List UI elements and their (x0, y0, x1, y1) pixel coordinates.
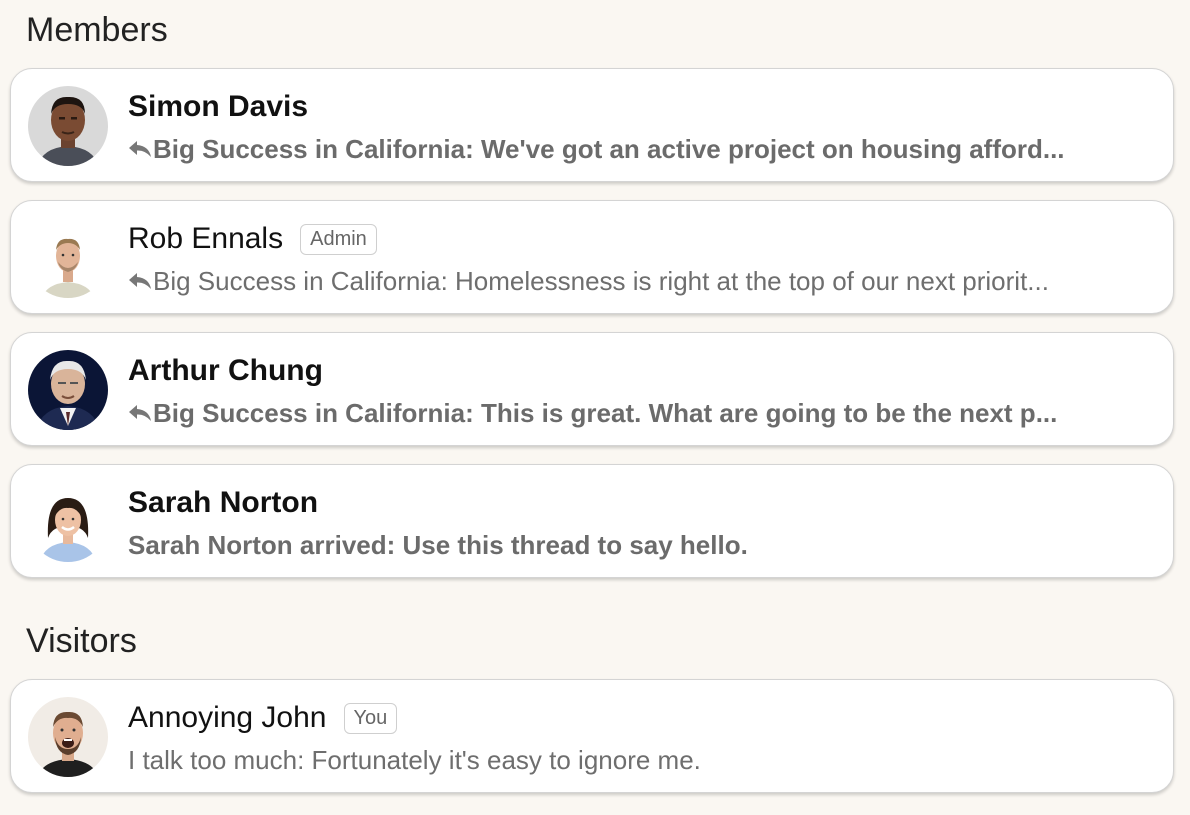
visitor-name: Annoying John (128, 701, 327, 734)
message-preview: Big Success in California: We've got an … (128, 131, 1158, 167)
person-photo-avatar (28, 482, 108, 562)
member-card-simon-davis[interactable]: Simon Davis Big Success in California: W… (10, 68, 1174, 182)
member-card-rob-ennals[interactable]: Rob Ennals Admin Big Success in Californ… (10, 200, 1174, 314)
reply-arrow-icon (128, 403, 152, 423)
preview-text: Big Success in California: This is great… (153, 397, 1058, 428)
member-name: Arthur Chung (128, 354, 323, 387)
avatar (28, 218, 108, 298)
admin-badge: Admin (300, 223, 377, 255)
members-heading: Members (26, 11, 168, 49)
member-card-sarah-norton[interactable]: Sarah Norton Sarah Norton arrived: Use t… (10, 464, 1174, 578)
name-row: Arthur Chung (128, 351, 323, 391)
name-row: Annoying John You (128, 698, 398, 738)
person-photo-avatar (28, 86, 108, 166)
member-card-arthur-chung[interactable]: Arthur Chung Big Success in California: … (10, 332, 1174, 446)
visitors-heading: Visitors (26, 622, 137, 660)
preview-text: Big Success in California: Homelessness … (153, 265, 1049, 296)
you-badge: You (343, 702, 398, 734)
person-photo-avatar (28, 350, 108, 430)
member-list-page: Members Simon Davis Big Success in Calif… (0, 0, 1190, 815)
preview-text: Sarah Norton arrived: Use this thread to… (128, 529, 748, 560)
reply-arrow-icon (128, 271, 152, 291)
avatar (28, 697, 108, 777)
member-name: Rob Ennals (128, 222, 284, 255)
message-preview: Big Success in California: This is great… (128, 395, 1158, 431)
name-row: Simon Davis (128, 87, 308, 127)
person-photo-avatar (28, 697, 108, 777)
name-row: Rob Ennals Admin (128, 219, 377, 259)
visitor-card-annoying-john[interactable]: Annoying John You I talk too much: Fortu… (10, 679, 1174, 793)
avatar (28, 86, 108, 166)
preview-text: I talk too much: Fortunately it's easy t… (128, 744, 701, 775)
message-preview: Big Success in California: Homelessness … (128, 263, 1158, 299)
avatar (28, 350, 108, 430)
message-preview: Sarah Norton arrived: Use this thread to… (128, 527, 1158, 563)
preview-text: Big Success in California: We've got an … (153, 133, 1065, 164)
message-preview: I talk too much: Fortunately it's easy t… (128, 742, 1158, 778)
reply-arrow-icon (128, 139, 152, 159)
avatar (28, 482, 108, 562)
member-name: Simon Davis (128, 90, 309, 123)
person-photo-avatar (28, 218, 108, 298)
member-name: Sarah Norton (128, 486, 319, 519)
name-row: Sarah Norton (128, 483, 318, 523)
